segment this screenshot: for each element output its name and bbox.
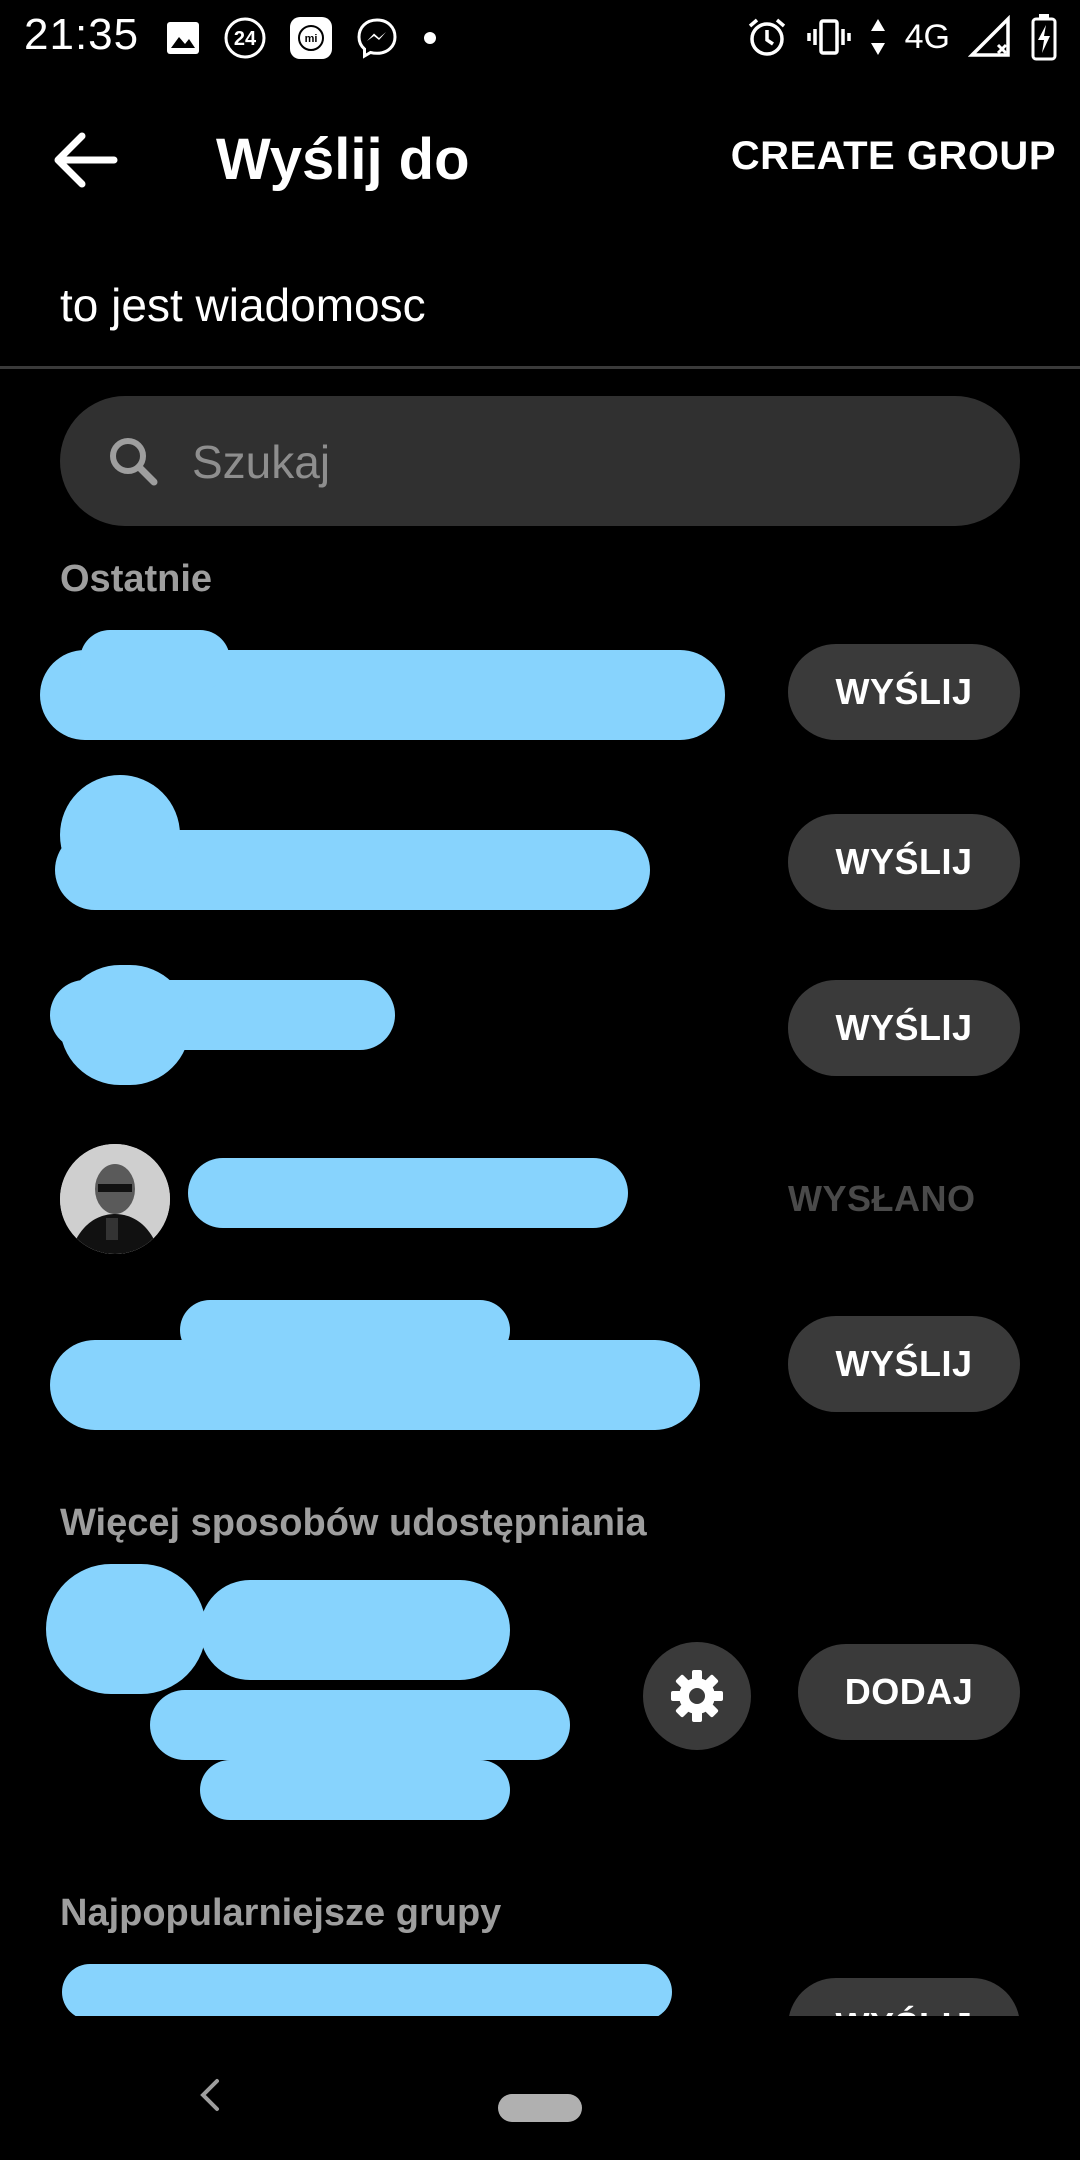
signal-icon	[968, 15, 1012, 59]
search-input[interactable]	[190, 396, 974, 528]
data-arrows-icon	[869, 17, 887, 57]
create-group-button[interactable]: CREATE GROUP	[731, 134, 1056, 179]
add-button[interactable]: DODAJ	[798, 1644, 1020, 1740]
contact-row[interactable]: WYSŁANO	[0, 1128, 1080, 1268]
contact-row[interactable]: WYŚLIJ	[0, 620, 1080, 760]
send-button[interactable]: WYŚLIJ	[788, 1316, 1020, 1412]
avatar	[60, 1144, 170, 1254]
divider	[0, 366, 1080, 369]
redaction	[188, 1158, 628, 1228]
image-icon	[165, 20, 201, 56]
redaction	[60, 965, 190, 1085]
svg-text:mi: mi	[305, 33, 318, 45]
settings-button[interactable]	[643, 1642, 751, 1750]
status-bar: 21:35 24 mi 4G	[0, 0, 1080, 76]
contact-row[interactable]: WYŚLIJ	[0, 960, 1080, 1100]
24-badge-icon: 24	[223, 16, 267, 60]
redaction	[46, 1564, 206, 1694]
message-text[interactable]: to jest wiadomosc	[60, 278, 426, 332]
network-type: 4G	[904, 17, 950, 56]
redaction	[150, 1690, 570, 1760]
notification-icons: 24 mi	[165, 16, 439, 60]
page-title: Wyślij do	[216, 127, 470, 192]
search-icon	[110, 438, 158, 486]
send-button[interactable]: WYŚLIJ	[788, 980, 1020, 1076]
system-icons: 4G	[745, 12, 1058, 62]
back-button[interactable]	[40, 120, 130, 200]
redaction	[80, 630, 230, 690]
avatar-photo-icon	[60, 1144, 170, 1254]
gear-icon	[671, 1670, 723, 1722]
section-header-recent: Ostatnie	[60, 558, 213, 600]
redaction	[60, 775, 180, 895]
redaction	[200, 1760, 510, 1820]
search-bar[interactable]	[60, 396, 1020, 528]
nav-back-button[interactable]	[190, 2070, 230, 2120]
app-bar: Wyślij do CREATE GROUP	[0, 100, 1080, 220]
dot-icon	[421, 29, 439, 47]
alarm-icon	[745, 15, 789, 59]
sent-status: WYSŁANO	[788, 1178, 976, 1219]
contact-row[interactable]: WYŚLIJ	[0, 1290, 1080, 1430]
share-option-row[interactable]: DODAJ	[0, 1560, 1080, 1820]
redaction	[180, 1300, 510, 1360]
section-header-more-ways: Więcej sposobów udostępniania	[60, 1502, 647, 1544]
battery-charging-icon	[1030, 13, 1058, 61]
redaction	[62, 1964, 672, 2016]
send-button[interactable]: WYŚLIJ	[788, 1978, 1020, 2016]
arrow-left-icon	[54, 132, 118, 188]
status-time: 21:35	[24, 10, 140, 59]
vibrate-icon	[806, 15, 851, 59]
mi-icon: mi	[289, 16, 333, 60]
navigation-bar	[0, 2020, 1080, 2160]
contact-row[interactable]: WYŚLIJ	[0, 770, 1080, 910]
chevron-left-icon	[200, 2079, 219, 2111]
messenger-icon	[355, 16, 399, 60]
home-pill[interactable]	[498, 2094, 582, 2122]
send-button[interactable]: WYŚLIJ	[788, 644, 1020, 740]
send-button[interactable]: WYŚLIJ	[788, 814, 1020, 910]
redaction	[200, 1580, 510, 1680]
popular-groups-list: WYŚLIJ	[0, 1950, 1080, 2016]
svg-text:24: 24	[234, 28, 257, 50]
section-header-popular-groups: Najpopularniejsze grupy	[60, 1892, 502, 1934]
